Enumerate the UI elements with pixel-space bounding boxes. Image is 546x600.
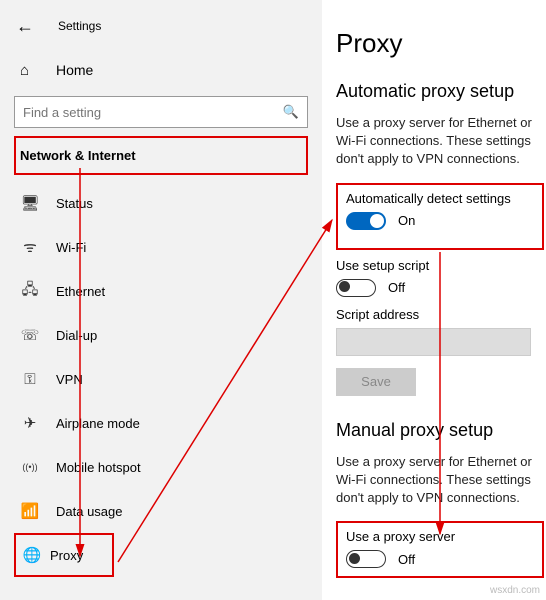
sidebar-item-airplane[interactable]: ✈ Airplane mode xyxy=(0,401,322,445)
sidebar-item-wifi[interactable]: ᯤ Wi-Fi xyxy=(0,225,322,269)
airplane-icon: ✈ xyxy=(20,414,40,432)
auto-detect-label: Automatically detect settings xyxy=(346,191,534,206)
settings-content: Proxy Automatic proxy setup Use a proxy … xyxy=(322,0,546,600)
sidebar-item-proxy[interactable]: 🌐 Proxy xyxy=(14,533,114,577)
hotspot-icon: ((•)) xyxy=(20,462,40,472)
use-proxy-block: Use a proxy server Off xyxy=(336,521,544,578)
manual-proxy-heading: Manual proxy setup xyxy=(336,420,546,441)
setup-script-toggle[interactable] xyxy=(336,279,376,297)
sidebar-item-ethernet[interactable]: 🖧 Ethernet xyxy=(0,269,322,313)
sidebar-item-label: Wi-Fi xyxy=(56,240,86,255)
sidebar-item-vpn[interactable]: ⚿ VPN xyxy=(0,357,322,401)
proxy-icon: 🌐 xyxy=(22,546,42,564)
data-usage-icon: 📶 xyxy=(20,502,40,520)
dialup-icon: ☏ xyxy=(20,326,40,344)
search-box[interactable]: 🔍 xyxy=(14,96,308,128)
sidebar-item-status[interactable]: 🖥 Status xyxy=(0,181,322,225)
page-title: Proxy xyxy=(336,28,546,59)
auto-proxy-description: Use a proxy server for Ethernet or Wi-Fi… xyxy=(336,114,546,169)
search-icon[interactable]: 🔍 xyxy=(283,104,299,120)
wifi-icon: ᯤ xyxy=(20,237,40,257)
auto-detect-toggle[interactable] xyxy=(346,212,386,230)
sidebar-item-label: VPN xyxy=(56,372,83,387)
sidebar-item-label: Status xyxy=(56,196,93,211)
settings-sidebar: ← Settings ⌂ Home 🔍 Network & Internet 🖥… xyxy=(0,0,322,600)
search-input[interactable] xyxy=(23,105,283,120)
script-address-label: Script address xyxy=(336,307,546,322)
window-title: Settings xyxy=(58,19,101,33)
setup-script-label: Use setup script xyxy=(336,258,546,273)
use-proxy-label: Use a proxy server xyxy=(346,529,534,544)
watermark: wsxdn.com xyxy=(490,585,540,596)
sidebar-item-home[interactable]: ⌂ Home xyxy=(0,50,322,90)
sidebar-item-dialup[interactable]: ☏ Dial-up xyxy=(0,313,322,357)
sidebar-item-label: Dial-up xyxy=(56,328,97,343)
home-label: Home xyxy=(56,62,93,78)
use-proxy-toggle[interactable] xyxy=(346,550,386,568)
auto-proxy-heading: Automatic proxy setup xyxy=(336,81,546,102)
sidebar-section-network: Network & Internet xyxy=(14,136,308,175)
status-icon: 🖥 xyxy=(20,194,40,212)
sidebar-item-hotspot[interactable]: ((•)) Mobile hotspot xyxy=(0,445,322,489)
setup-script-state: Off xyxy=(388,280,405,295)
sidebar-item-datausage[interactable]: 📶 Data usage xyxy=(0,489,322,533)
sidebar-item-label: Mobile hotspot xyxy=(56,460,141,475)
home-icon: ⌂ xyxy=(20,62,38,79)
use-proxy-state: Off xyxy=(398,552,415,567)
manual-proxy-description: Use a proxy server for Ethernet or Wi-Fi… xyxy=(336,453,546,508)
auto-detect-state: On xyxy=(398,213,415,228)
auto-detect-block: Automatically detect settings On xyxy=(336,183,544,250)
sidebar-item-label: Airplane mode xyxy=(56,416,140,431)
sidebar-item-label: Data usage xyxy=(56,504,123,519)
window-header: ← Settings xyxy=(0,8,322,44)
sidebar-nav-list: 🖥 Status ᯤ Wi-Fi 🖧 Ethernet ☏ Dial-up ⚿ … xyxy=(0,181,322,577)
script-address-input[interactable] xyxy=(336,328,531,356)
sidebar-item-label: Proxy xyxy=(50,548,83,563)
save-button[interactable]: Save xyxy=(336,368,416,396)
ethernet-icon: 🖧 xyxy=(20,279,40,304)
vpn-icon: ⚿ xyxy=(20,371,40,388)
back-arrow-icon[interactable]: ← xyxy=(16,16,34,37)
sidebar-item-label: Ethernet xyxy=(56,284,105,299)
